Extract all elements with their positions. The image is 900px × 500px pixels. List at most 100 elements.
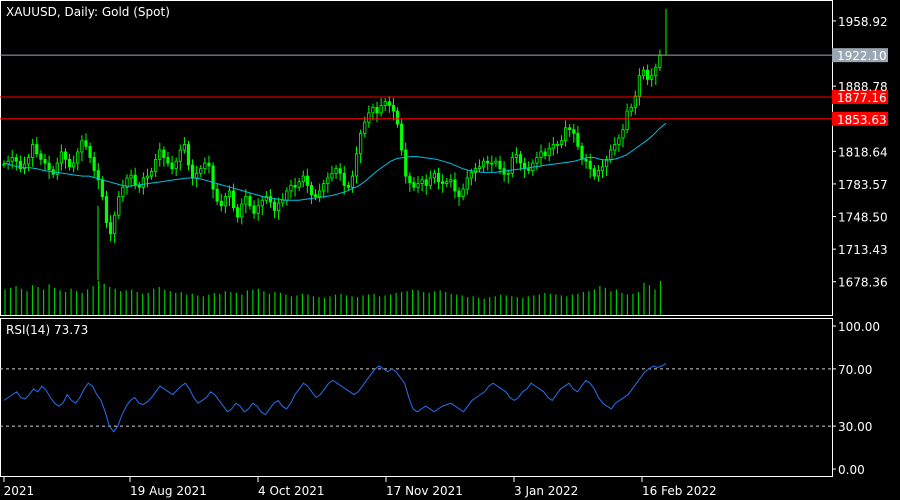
- candle-layer: [2, 8, 667, 281]
- candle-body: [281, 199, 285, 204]
- price-tick-label: 1783.57: [838, 178, 888, 192]
- candle-body: [80, 140, 84, 153]
- candle-body: [227, 190, 232, 197]
- candle-body: [211, 165, 215, 190]
- candle-body: [350, 175, 355, 188]
- candle-body: [354, 153, 359, 177]
- candle-body: [568, 127, 572, 131]
- candle-body: [486, 160, 490, 164]
- candle-body: [63, 151, 68, 160]
- candle-body: [428, 177, 432, 186]
- candle-body: [322, 183, 326, 192]
- rsi-axis: 100.00 70.00 30.00 0.00: [832, 320, 880, 477]
- candle-body: [416, 183, 420, 188]
- candle-body: [555, 144, 560, 146]
- candle-body: [383, 101, 387, 106]
- candle-body: [289, 184, 293, 192]
- candle-body: [268, 196, 273, 203]
- candle-body: [43, 158, 47, 164]
- candle-body: [572, 129, 576, 134]
- candle-body: [35, 144, 39, 155]
- time-tick-label: 16 Feb 2022: [642, 484, 717, 498]
- candle-body: [313, 194, 318, 197]
- candle-body: [14, 157, 18, 162]
- candle-body: [252, 205, 256, 214]
- candle-body: [342, 172, 346, 186]
- time-tick-label: 4 Oct 2021: [258, 484, 325, 498]
- candle-body: [248, 196, 252, 207]
- candle-body: [145, 175, 150, 179]
- candle-body: [367, 112, 371, 123]
- candle-body: [26, 157, 31, 165]
- candle-body: [113, 214, 117, 235]
- candle-body: [543, 151, 547, 157]
- candle-body: [400, 123, 404, 151]
- candle-body: [600, 166, 605, 171]
- candle-body: [76, 151, 80, 164]
- candle-body: [658, 54, 662, 68]
- candle-body: [514, 154, 519, 158]
- candle-body: [576, 132, 580, 147]
- candle-body: [387, 101, 391, 106]
- candle-body: [436, 172, 441, 183]
- candle-body: [363, 121, 367, 134]
- candle-body: [137, 184, 141, 188]
- candle-body: [420, 179, 424, 184]
- candle-body: [117, 196, 121, 216]
- candle-body: [129, 174, 133, 179]
- candle-body: [346, 184, 350, 188]
- candle-body: [535, 157, 539, 164]
- candle-body: [551, 144, 555, 149]
- candle-body: [154, 158, 158, 172]
- candle-body: [404, 149, 408, 177]
- time-tick-label: 6 Jul 2021: [0, 484, 34, 498]
- candle-body: [625, 110, 629, 131]
- candle-body: [219, 200, 223, 207]
- candle-body: [375, 106, 379, 114]
- candle-body: [326, 177, 330, 184]
- candle-body: [59, 151, 63, 164]
- price-tick-label: 1958.92: [838, 15, 888, 29]
- candle-body: [408, 175, 412, 184]
- candle-body: [260, 199, 264, 207]
- price-tick-label: 1713.43: [838, 243, 888, 257]
- rsi-tick-label: 30.00: [838, 420, 872, 434]
- candle-body: [453, 179, 457, 192]
- candle-body: [559, 140, 564, 145]
- candle-body: [461, 188, 465, 197]
- candle-body: [108, 222, 113, 235]
- time-axis: 6 Jul 2021 19 Aug 2021 4 Oct 2021 17 Nov 20…: [0, 477, 717, 498]
- candle-body: [203, 162, 207, 170]
- rsi-tick-label: 100.00: [838, 320, 880, 334]
- candle-body: [174, 160, 178, 170]
- candle-body: [39, 153, 43, 160]
- candle-body: [10, 157, 14, 162]
- rsi-line: [3, 363, 667, 433]
- candle-body: [240, 203, 244, 218]
- candle-body: [199, 168, 203, 174]
- level-layer: 1922.101877.161853.63: [0, 48, 888, 127]
- rsi-tick-label: 0.00: [838, 463, 865, 477]
- level-label: 1922.10: [837, 49, 887, 63]
- candle-body: [445, 181, 449, 184]
- candle-body: [31, 144, 35, 158]
- candle-body: [121, 186, 125, 197]
- candle-body: [231, 190, 236, 209]
- candle-body: [338, 168, 342, 174]
- candle-body: [613, 144, 617, 151]
- rsi-pane-border: [0, 318, 833, 477]
- candle-body: [592, 168, 596, 177]
- candle-body: [133, 174, 137, 186]
- candle-body: [596, 170, 601, 177]
- rsi-layer: [0, 363, 832, 433]
- candle-body: [244, 196, 248, 205]
- candle-body: [490, 162, 494, 165]
- candle-body: [469, 171, 473, 179]
- candle-body: [84, 140, 88, 147]
- candle-body: [412, 182, 416, 188]
- candle-body: [149, 171, 154, 177]
- chart-svg: 1922.101877.161853.63 1958.92 1888.78 1818…: [0, 0, 888, 498]
- chart-title: XAUUSD, Daily: Gold (Spot): [6, 5, 170, 19]
- candle-body: [650, 75, 654, 80]
- candle-body: [391, 105, 396, 112]
